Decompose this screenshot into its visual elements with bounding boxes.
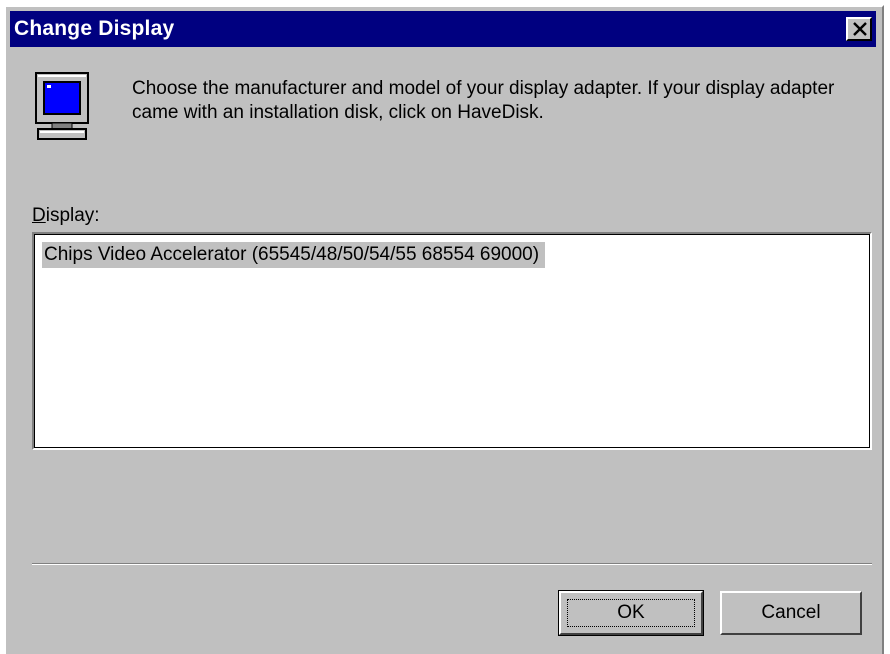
change-display-dialog: Change Display Choose the manufacturer a… bbox=[4, 5, 884, 654]
ok-button[interactable]: OK bbox=[558, 590, 704, 636]
separator bbox=[32, 563, 872, 565]
close-icon bbox=[853, 22, 867, 36]
window-title: Change Display bbox=[14, 17, 175, 40]
display-label-text: isplay: bbox=[45, 205, 100, 226]
ok-button-label: OK bbox=[567, 599, 695, 627]
instructions-text: Choose the manufacturer and model of you… bbox=[132, 78, 835, 123]
monitor-icon bbox=[35, 72, 89, 140]
title-bar[interactable]: Change Display bbox=[10, 11, 876, 47]
display-label-accelerator: D bbox=[32, 205, 46, 226]
list-item-selected[interactable]: Chips Video Accelerator (65545/48/50/54/… bbox=[42, 242, 546, 268]
cancel-button[interactable]: Cancel bbox=[720, 591, 862, 635]
display-label: Display: bbox=[32, 205, 100, 227]
display-listbox[interactable]: Chips Video Accelerator (65545/48/50/54/… bbox=[32, 232, 872, 450]
close-button[interactable] bbox=[846, 17, 872, 41]
